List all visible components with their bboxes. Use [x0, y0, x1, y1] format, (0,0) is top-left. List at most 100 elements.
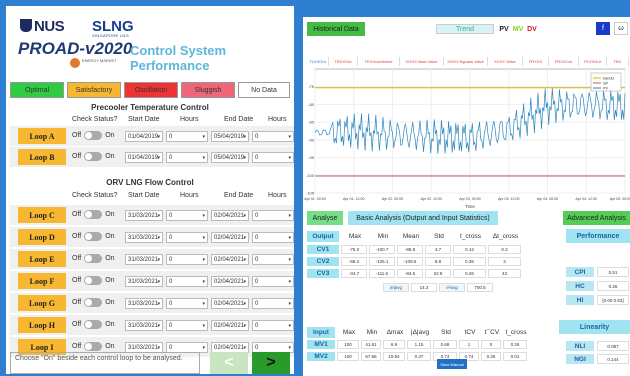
toggle-switch-icon[interactable]: [84, 210, 103, 219]
toggle-switch-icon[interactable]: [84, 232, 103, 241]
end-hr-select[interactable]: 0 ▾: [252, 320, 294, 331]
toggle-switch-icon[interactable]: [84, 276, 103, 285]
perf-value: 0.51: [597, 267, 629, 277]
toggle-off-label: Off: [72, 343, 82, 350]
x-tick-label: Apr 04, 12:00: [575, 197, 597, 201]
loop-toggle[interactable]: Off On: [72, 320, 115, 329]
toggle-switch-icon[interactable]: [84, 342, 103, 351]
chevron-down-icon: ▾: [202, 301, 205, 307]
start-select[interactable]: 01/04/2019 ▾: [125, 131, 163, 142]
next-button[interactable]: >: [252, 352, 290, 374]
start-select[interactable]: 31/03/2021 ▾: [125, 298, 163, 309]
toggle-switch-icon[interactable]: [84, 320, 103, 329]
select-value: 02/04/2021: [214, 212, 245, 219]
end-select[interactable]: 02/04/2021 ▾: [211, 298, 249, 309]
y-tick-label: -100: [306, 173, 315, 178]
loop-button[interactable]: Loop E: [18, 251, 66, 267]
analyse-button[interactable]: Analyse: [307, 211, 343, 225]
column-header: Check Status?: [72, 116, 118, 123]
loop-button[interactable]: Loop B: [18, 149, 66, 165]
end-select[interactable]: 02/04/2021 ▾: [211, 254, 249, 265]
end-hr-select[interactable]: 0 ▾: [252, 232, 294, 243]
start-hr-select[interactable]: 0 ▾: [166, 232, 208, 243]
chevron-down-icon: ▾: [157, 279, 160, 285]
historical-data-button[interactable]: Historical Data: [307, 22, 365, 36]
end-hr-select[interactable]: 0 ▾: [252, 152, 294, 163]
end-hr-select[interactable]: 0 ▾: [252, 131, 294, 142]
loop-button[interactable]: Loop F: [18, 273, 66, 289]
loop-toggle[interactable]: Off On: [72, 152, 115, 161]
chevron-down-icon: ▾: [202, 155, 205, 161]
end-select[interactable]: 02/04/2021 ▾: [211, 210, 249, 221]
start-hr-select[interactable]: 0 ▾: [166, 276, 208, 287]
select-value: 02/04/2021: [214, 234, 245, 241]
mv-toggle[interactable]: MV: [512, 24, 524, 34]
legend-sluggish: Sluggish: [181, 82, 235, 98]
toggle-off-label: Off: [72, 132, 82, 139]
end-hr-select[interactable]: 0 ▾: [252, 254, 294, 265]
input-col-header: Max: [342, 329, 356, 336]
input-col-header: t_cross: [505, 329, 527, 336]
toggle-switch-icon[interactable]: [84, 254, 103, 263]
settings-button[interactable]: ω: [614, 22, 628, 35]
right-panel: Historical Data Trend PV MV DV f ω TLXXO…: [303, 17, 630, 376]
loop-button[interactable]: Loop D: [18, 229, 66, 245]
end-select[interactable]: 02/04/2021 ▾: [211, 232, 249, 243]
column-header: Start Date: [128, 192, 160, 199]
loop-toggle[interactable]: Off On: [72, 342, 115, 351]
dv-toggle[interactable]: DV: [526, 24, 538, 34]
toggle-switch-icon[interactable]: [84, 152, 103, 161]
loop-toggle[interactable]: Off On: [72, 232, 115, 241]
chevron-down-icon: ▾: [157, 345, 160, 351]
start-hr-select[interactable]: 0 ▾: [166, 254, 208, 265]
start-hr-select[interactable]: 0 ▾: [166, 320, 208, 331]
start-select[interactable]: 01/04/2019 ▾: [125, 152, 163, 163]
chevron-down-icon: ▾: [288, 134, 291, 140]
end-select[interactable]: 02/04/2021 ▾: [211, 320, 249, 331]
start-hr-select[interactable]: 0 ▾: [166, 210, 208, 221]
chevron-down-icon: ▾: [157, 134, 160, 140]
end-hr-select[interactable]: 0 ▾: [252, 276, 294, 287]
toggle-switch-icon[interactable]: [84, 131, 103, 140]
select-value: 0: [169, 212, 173, 219]
loop-button[interactable]: Loop H: [18, 317, 66, 333]
end-select[interactable]: 05/04/2019 ▾: [211, 131, 249, 142]
toggle-on-label: On: [105, 233, 115, 240]
loop-toggle[interactable]: Off On: [72, 254, 115, 263]
loop-toggle[interactable]: Off On: [72, 276, 115, 285]
end-hr-select[interactable]: 0 ▾: [252, 298, 294, 309]
loop-button[interactable]: Loop A: [18, 128, 66, 144]
pv-toggle[interactable]: PV: [498, 24, 510, 34]
end-select[interactable]: 02/04/2021 ▾: [211, 276, 249, 287]
orv-title: ORV LNG Flow Control: [106, 178, 194, 187]
start-select[interactable]: 31/03/2021 ▾: [125, 320, 163, 331]
loop-button[interactable]: Loop G: [18, 295, 66, 311]
nus-crest-icon: [20, 19, 32, 32]
chevron-down-icon: ▾: [243, 301, 246, 307]
save-manual-button[interactable]: Save Manual: [437, 359, 467, 369]
start-hr-select[interactable]: 0 ▾: [166, 131, 208, 142]
select-value: 31/03/2021: [128, 234, 159, 241]
start-hr-select[interactable]: 0 ▾: [166, 152, 208, 163]
start-hr-select[interactable]: 0 ▾: [166, 298, 208, 309]
lin-label-nli: NLI: [566, 341, 594, 351]
start-select[interactable]: 31/03/2021 ▾: [125, 254, 163, 265]
start-select[interactable]: 31/03/2021 ▾: [125, 232, 163, 243]
start-select[interactable]: 31/03/2021 ▾: [125, 276, 163, 287]
export-button[interactable]: f: [596, 22, 610, 35]
end-hr-select[interactable]: 0 ▾: [252, 210, 294, 221]
toggle-off-label: Off: [72, 277, 82, 284]
lin-value: 0.087: [597, 341, 629, 351]
toggle-switch-icon[interactable]: [84, 298, 103, 307]
loop-toggle[interactable]: Off On: [72, 298, 115, 307]
chevron-down-icon: ▾: [243, 155, 246, 161]
loop-toggle[interactable]: Off On: [72, 210, 115, 219]
loop-button[interactable]: Loop C: [18, 207, 66, 223]
end-select[interactable]: 05/04/2019 ▾: [211, 152, 249, 163]
loop-toggle[interactable]: Off On: [72, 131, 115, 140]
advanced-analysis-title[interactable]: Advanced Analysis: [563, 211, 630, 225]
start-select[interactable]: 31/03/2021 ▾: [125, 210, 163, 221]
input-cell: 0.37: [407, 352, 431, 361]
prev-button[interactable]: <: [210, 352, 248, 374]
column-header: Hours: [180, 116, 199, 123]
